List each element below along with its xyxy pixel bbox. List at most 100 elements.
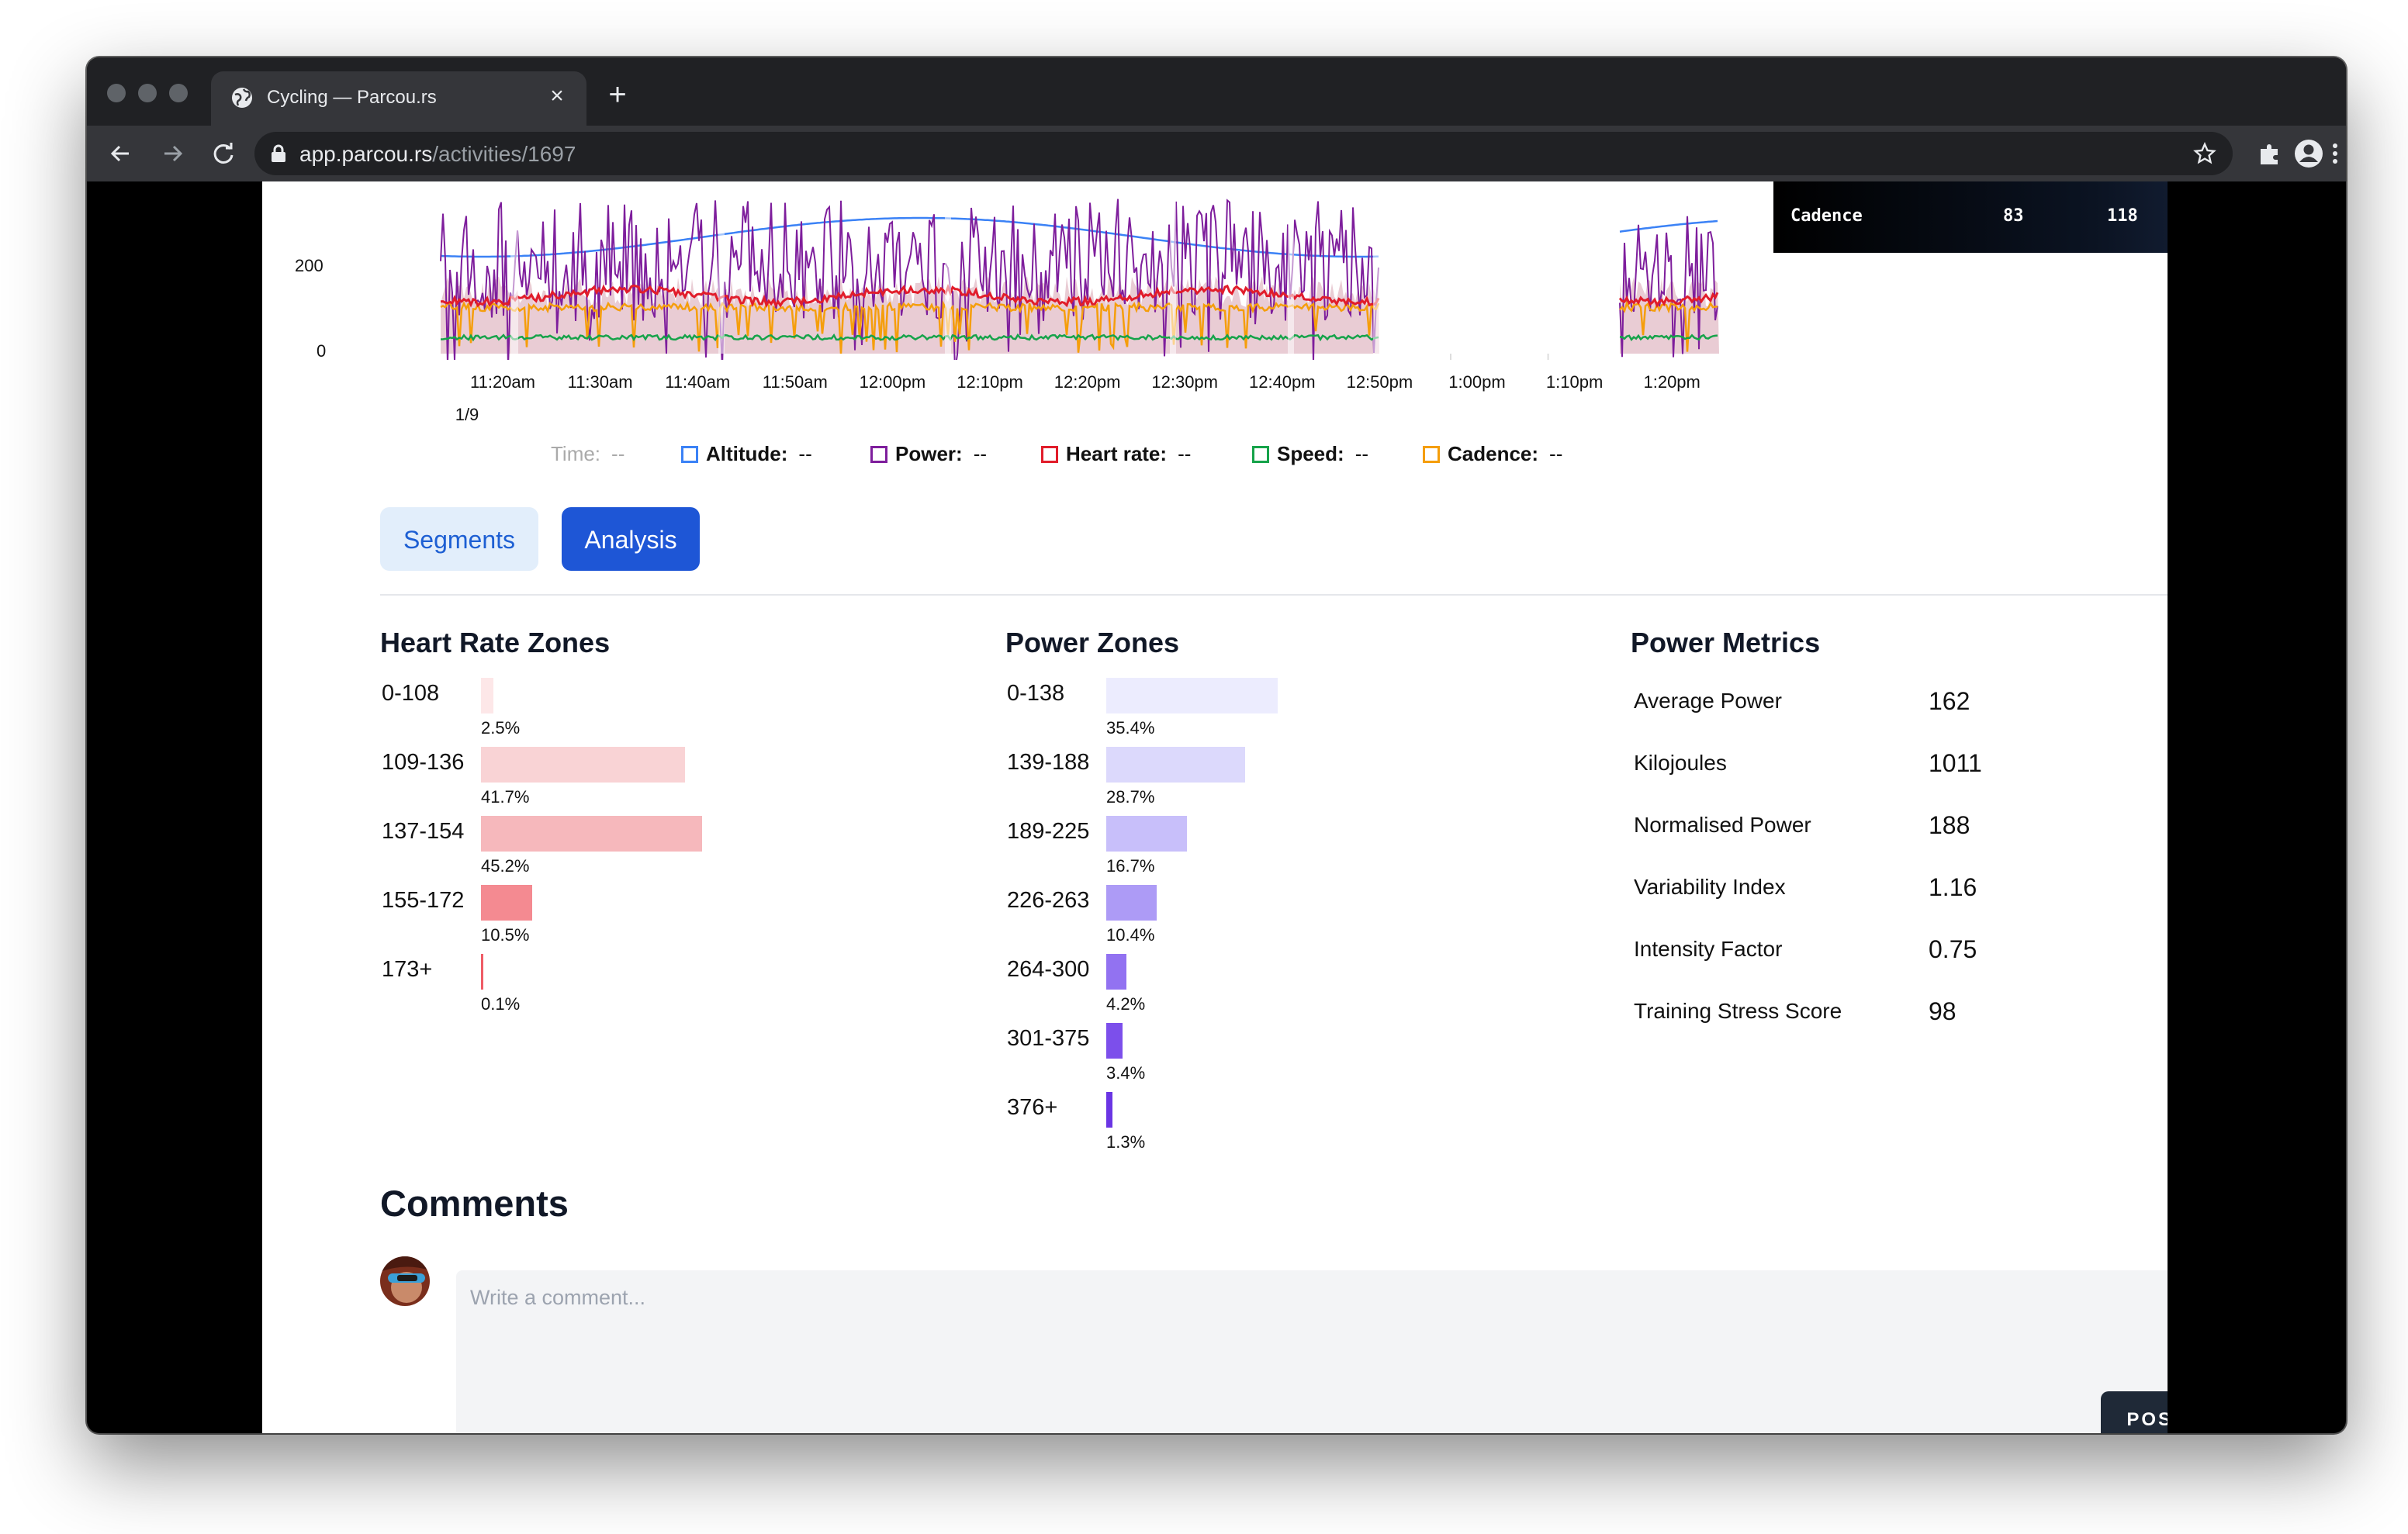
- legend-time: Time: --: [551, 442, 625, 465]
- zone-bar[interactable]: [1106, 747, 1246, 783]
- forward-icon[interactable]: [155, 136, 189, 171]
- kebab-menu-icon[interactable]: [2327, 138, 2346, 169]
- puzzle-icon[interactable]: [2254, 138, 2285, 169]
- legend-swatch: [1252, 446, 1269, 463]
- power-zones-title: Power Zones: [1005, 627, 1180, 658]
- pause-gap: [718, 181, 725, 354]
- tooltip-max: 118: [2107, 206, 2138, 226]
- lock-icon[interactable]: [270, 144, 287, 163]
- x-tick-label: 11:40am: [665, 372, 731, 392]
- zone-bar[interactable]: [481, 816, 702, 852]
- metric-label: Training Stress Score: [1634, 999, 1842, 1023]
- legend-power[interactable]: Power: --: [870, 442, 987, 466]
- legend-swatch: [1041, 446, 1058, 463]
- x-tick-label: 11:30am: [567, 372, 633, 392]
- legend-swatch: [870, 446, 887, 463]
- tab-bar: Cycling — Parcou.rs × +: [87, 57, 2346, 126]
- x-tick-label: 11:50am: [762, 372, 828, 392]
- zone-percent: 41.7%: [481, 787, 530, 807]
- metric-label: Kilojoules: [1634, 751, 1727, 775]
- zone-percent: 1.3%: [1106, 1132, 1146, 1152]
- comment-input[interactable]: [456, 1270, 2168, 1387]
- zone-range: 264-300: [1007, 957, 1090, 982]
- profile-icon[interactable]: [2293, 138, 2324, 169]
- address-bar[interactable]: app.parcou.rs/activities/1697: [254, 132, 2233, 175]
- zone-bar[interactable]: [1106, 678, 1278, 713]
- x-tick-label: 12:20pm: [1054, 372, 1121, 392]
- zone-bar[interactable]: [1106, 816, 1188, 852]
- zone-range: 189-225: [1007, 819, 1090, 844]
- x-tick-label: 12:30pm: [1151, 372, 1218, 392]
- zone-bar[interactable]: [1106, 954, 1127, 990]
- plus-icon[interactable]: +: [602, 79, 633, 112]
- activity-chart[interactable]: [262, 181, 1736, 360]
- metric-value: 1011: [1929, 749, 1982, 777]
- legend-cadence[interactable]: Cadence: --: [1423, 442, 1562, 466]
- back-icon[interactable]: [104, 136, 138, 171]
- window-close-dot[interactable]: [107, 84, 126, 102]
- toolbar: app.parcou.rs/activities/1697: [87, 126, 2346, 181]
- tab-segments[interactable]: Segments: [380, 507, 538, 571]
- zone-percent: 45.2%: [481, 856, 530, 876]
- zone-range: 173+: [382, 957, 433, 982]
- metric-label: Average Power: [1634, 689, 1782, 713]
- metric-value: 98: [1929, 997, 1956, 1025]
- comment-box: POST: [456, 1270, 2168, 1433]
- close-icon[interactable]: ×: [543, 82, 571, 110]
- zone-percent: 28.7%: [1106, 787, 1155, 807]
- zone-range: 0-108: [382, 681, 440, 706]
- zone-range: 376+: [1007, 1095, 1058, 1120]
- pause-gap: [1288, 181, 1294, 354]
- zone-bar[interactable]: [481, 885, 533, 921]
- zone-range: 109-136: [382, 750, 465, 775]
- legend-heart-rate[interactable]: Heart rate: --: [1041, 442, 1191, 466]
- pause-gap: [1170, 181, 1176, 354]
- x-tick-label: 1:00pm: [1448, 372, 1506, 392]
- zone-range: 137-154: [382, 819, 465, 844]
- window-minimize-dot[interactable]: [138, 84, 157, 102]
- x-tick-label: 1:20pm: [1643, 372, 1700, 392]
- x-tick-label: 12:40pm: [1248, 372, 1316, 392]
- legend-swatch: [1423, 446, 1440, 463]
- zone-bar[interactable]: [1106, 1092, 1113, 1128]
- altitude-line: [1619, 219, 1718, 233]
- pause-gap: [945, 181, 951, 354]
- metric-label: Normalised Power: [1634, 813, 1811, 837]
- y-tick-label: 200: [295, 256, 323, 275]
- legend-speed[interactable]: Speed: --: [1252, 442, 1368, 466]
- zone-percent: 0.1%: [481, 994, 521, 1014]
- star-icon[interactable]: [2192, 141, 2217, 166]
- zone-percent: 3.4%: [1106, 1063, 1146, 1083]
- x-tick-label: 11:20am: [470, 372, 535, 392]
- x-tick-label: 12:00pm: [859, 372, 926, 392]
- zone-bar[interactable]: [1106, 885, 1157, 921]
- zone-bar[interactable]: [481, 954, 483, 990]
- power-metrics-title: Power Metrics: [1631, 627, 1821, 658]
- legend-swatch: [681, 446, 698, 463]
- zone-bar[interactable]: [481, 747, 685, 783]
- reload-icon[interactable]: [206, 136, 240, 171]
- zone-percent: 35.4%: [1106, 718, 1155, 738]
- legend-altitude[interactable]: Altitude: --: [681, 442, 812, 466]
- x-date-label: 1/9: [455, 405, 479, 424]
- tab-analysis[interactable]: Analysis: [562, 507, 700, 571]
- active-tab[interactable]: Cycling — Parcou.rs ×: [211, 71, 586, 126]
- zone-bar[interactable]: [1106, 1023, 1123, 1059]
- y-tick-label: 0: [317, 341, 327, 361]
- zone-range: 0-138: [1007, 681, 1065, 706]
- zone-percent: 10.4%: [1106, 925, 1155, 945]
- tab-title: Cycling — Parcou.rs: [267, 87, 437, 108]
- chart-tooltip: Cadence 83 118: [1773, 181, 2168, 253]
- x-tick-label: 12:50pm: [1346, 372, 1413, 392]
- heart-rate-zones-title: Heart Rate Zones: [380, 627, 611, 658]
- zone-range: 155-172: [382, 888, 465, 913]
- url-text[interactable]: app.parcou.rs/activities/1697: [299, 142, 576, 167]
- window-zoom-dot[interactable]: [169, 84, 188, 102]
- metric-value: 162: [1929, 687, 1970, 715]
- browser-window: Cycling — Parcou.rs × + app.parcou.rs/ac…: [87, 57, 2346, 1433]
- tooltip-avg: 83: [2003, 206, 2024, 226]
- comments-title: Comments: [380, 1183, 569, 1224]
- globe-icon: [232, 88, 252, 108]
- zone-bar[interactable]: [481, 678, 493, 713]
- post-button[interactable]: POST: [2101, 1391, 2168, 1433]
